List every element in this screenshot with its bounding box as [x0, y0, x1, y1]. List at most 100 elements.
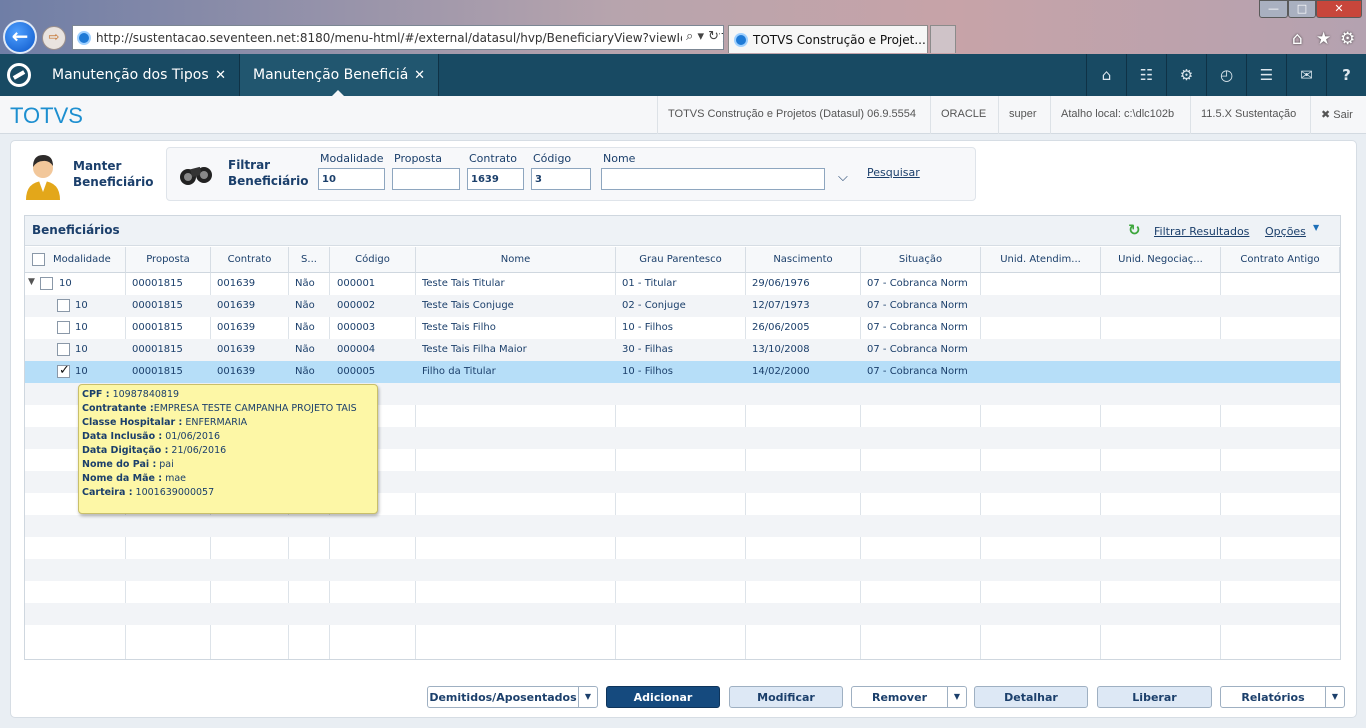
shortcut-info: Atalho local: c:\dlc102b — [1050, 96, 1190, 134]
mail-icon[interactable]: ✉ — [1286, 54, 1326, 96]
col-contrato[interactable]: Contrato — [211, 247, 289, 273]
chevron-down-icon[interactable]: ⌵ — [838, 170, 848, 185]
address-text: http://sustentacao.seventeen.net:8180/me… — [96, 31, 724, 45]
col-contrato-antigo[interactable]: Contrato Antigo — [1221, 247, 1340, 273]
proposta-input[interactable] — [392, 168, 460, 190]
liberar-button[interactable]: Liberar — [1097, 686, 1212, 708]
nome-label: Nome — [603, 152, 636, 165]
home-icon[interactable]: ⌂ — [1086, 54, 1126, 96]
modificar-button[interactable]: Modificar — [729, 686, 843, 708]
table-row[interactable]: 10 00001815 001639 Não 000004 Teste Tais… — [25, 339, 1340, 361]
tab-manutencao-tipos[interactable]: Manutenção dos Tipos ✕ — [39, 54, 240, 96]
help-icon[interactable]: ? — [1326, 54, 1366, 96]
nome-input[interactable] — [601, 168, 825, 190]
cell-s: Não — [295, 278, 315, 289]
col-proposta[interactable]: Proposta — [126, 247, 211, 273]
demitidos-dropdown-button[interactable]: ▼ — [578, 686, 598, 708]
row-checkbox[interactable] — [57, 299, 70, 312]
relatorios-dropdown-button[interactable]: ▼ — [1325, 686, 1345, 708]
tip-contratante-label: Contratante : — [82, 403, 154, 414]
tip-classe-label: Classe Hospitalar : — [82, 417, 183, 428]
tree-expand-icon[interactable]: ▼ — [28, 277, 35, 287]
row-checkbox[interactable] — [57, 363, 70, 378]
close-icon[interactable]: ✕ — [215, 68, 226, 83]
modalidade-input[interactable]: 10 — [318, 168, 385, 190]
filter-title-line2: Beneficiário — [228, 174, 309, 188]
address-bar[interactable]: http://sustentacao.seventeen.net:8180/me… — [72, 25, 724, 50]
dashboard-icon[interactable]: ◴ — [1206, 54, 1246, 96]
tab-site-icon — [734, 33, 748, 47]
minimize-button[interactable]: — — [1259, 0, 1288, 18]
page-title: Manter Beneficiário — [73, 158, 153, 190]
cell-nome: Teste Tais Conjuge — [422, 300, 514, 311]
totvs-logo-icon[interactable] — [7, 63, 31, 87]
col-situacao[interactable]: Situação — [861, 247, 981, 273]
col-nascimento[interactable]: Nascimento — [746, 247, 861, 273]
company-info: TOTVS Construção e Projetos (Datasul) 06… — [657, 96, 930, 134]
col-nome[interactable]: Nome — [416, 247, 616, 273]
codigo-input[interactable]: 3 — [531, 168, 591, 190]
cell-codigo: 000003 — [337, 322, 376, 333]
close-window-button[interactable]: ✕ — [1316, 0, 1362, 18]
cell-grau: 10 - Filhos — [622, 322, 673, 333]
site-icon — [77, 31, 91, 45]
demitidos-aposentados-button[interactable]: Demitidos/Aposentados — [427, 686, 579, 708]
table-row[interactable]: 10 00001815 001639 Não 000002 Teste Tais… — [25, 295, 1340, 317]
cell-nome: Teste Tais Titular — [422, 278, 505, 289]
detalhar-button[interactable]: Detalhar — [974, 686, 1088, 708]
row-checkbox[interactable] — [57, 321, 70, 334]
select-all-checkbox[interactable] — [32, 253, 45, 266]
col-label: Modalidade — [53, 254, 111, 265]
table-row[interactable]: 10 00001815 001639 Não 000003 Teste Tais… — [25, 317, 1340, 339]
cell-nome: Filho da Titular — [422, 366, 496, 377]
home-icon[interactable]: ⌂ — [1292, 29, 1303, 49]
cell-codigo: 000005 — [337, 366, 376, 377]
document-icon[interactable]: ☰ — [1246, 54, 1286, 96]
address-controls[interactable]: ⌕ ▾ ↻ — [682, 29, 719, 44]
table-row[interactable]: ▼ 10 00001815 001639 Não 000001 Teste Ta… — [25, 273, 1340, 295]
contrato-input[interactable]: 1639 — [467, 168, 524, 190]
filter-results-link[interactable]: Filtrar Resultados — [1154, 225, 1249, 238]
cell-modalidade: 10 — [59, 278, 72, 289]
cell-nascimento: 12/07/1973 — [752, 300, 810, 311]
row-checkbox[interactable] — [57, 343, 70, 356]
tip-digitacao-label: Data Digitação : — [82, 445, 169, 456]
tab-manutencao-beneficiario[interactable]: Manutenção Beneficiá ✕ — [240, 54, 439, 96]
refresh-icon[interactable]: ↻ — [1128, 221, 1141, 239]
favorites-star-icon[interactable]: ★ — [1316, 29, 1331, 49]
table-row-selected[interactable]: 10 00001815 001639 Não 000005 Filho da T… — [25, 361, 1340, 383]
cell-contrato: 001639 — [217, 278, 256, 289]
adicionar-button[interactable]: Adicionar — [606, 686, 720, 708]
col-codigo[interactable]: Código — [330, 247, 416, 273]
col-modalidade[interactable]: Modalidade — [25, 247, 126, 273]
tools-gear-icon[interactable]: ⚙ — [1340, 29, 1355, 49]
app-menubar: Manutenção dos Tipos ✕ Manutenção Benefi… — [0, 54, 1366, 96]
forward-button[interactable]: ⇨ — [42, 26, 66, 50]
col-s[interactable]: S... — [289, 247, 330, 273]
relatorios-button[interactable]: Relatórios — [1220, 686, 1326, 708]
options-caret-icon[interactable]: ▼ — [1313, 223, 1319, 232]
remover-button[interactable]: Remover — [851, 686, 948, 708]
col-grau-parentesco[interactable]: Grau Parentesco — [616, 247, 746, 273]
search-link[interactable]: Pesquisar — [867, 166, 920, 179]
browser-tab[interactable]: TOTVS Construção e Projet... — [728, 25, 928, 53]
codigo-label: Código — [533, 152, 572, 165]
row-checkbox[interactable] — [40, 277, 53, 290]
cell-proposta: 00001815 — [132, 278, 183, 289]
tip-cpf: 10987840819 — [112, 389, 180, 400]
options-link[interactable]: Opções — [1265, 225, 1306, 238]
maximize-button[interactable]: □ — [1288, 0, 1316, 18]
remover-dropdown-button[interactable]: ▼ — [947, 686, 967, 708]
sitemap-icon[interactable]: ☷ — [1126, 54, 1166, 96]
cell-modalidade: 10 — [75, 344, 88, 355]
logout-link[interactable]: ✖ Sair — [1310, 96, 1366, 134]
cell-s: Não — [295, 300, 315, 311]
new-tab-button[interactable] — [930, 25, 956, 53]
back-button[interactable]: ← — [3, 20, 37, 54]
tip-cpf-label: CPF : — [82, 389, 110, 400]
col-unid-atendimento[interactable]: Unid. Atendim... — [981, 247, 1101, 273]
close-icon[interactable]: ✕ — [414, 68, 425, 83]
col-unid-negociacao[interactable]: Unid. Negociaç... — [1101, 247, 1221, 273]
gear-icon[interactable]: ⚙ — [1166, 54, 1206, 96]
filter-title-line1: Filtrar — [228, 158, 271, 172]
